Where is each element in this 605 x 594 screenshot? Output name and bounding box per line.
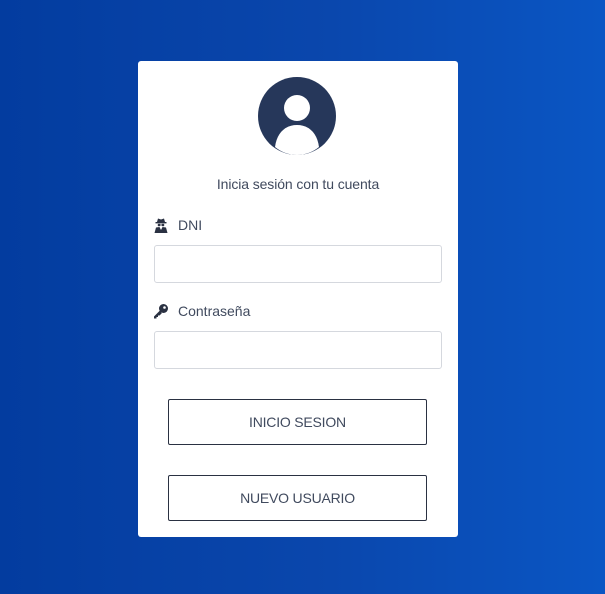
login-card: Inicia sesión con tu cuenta DNI Contrase… bbox=[138, 61, 458, 537]
new-user-button[interactable]: NUEVO USUARIO bbox=[168, 475, 427, 521]
user-avatar-icon bbox=[258, 77, 336, 155]
dni-label-row: DNI bbox=[153, 215, 202, 235]
user-secret-icon bbox=[153, 217, 169, 233]
password-input[interactable] bbox=[154, 331, 442, 369]
login-subtitle: Inicia sesión con tu cuenta bbox=[216, 176, 380, 192]
login-button[interactable]: INICIO SESION bbox=[168, 399, 427, 445]
password-label: Contraseña bbox=[178, 303, 251, 319]
dni-label: DNI bbox=[178, 217, 203, 233]
key-icon bbox=[153, 303, 169, 319]
dni-input[interactable] bbox=[154, 245, 442, 283]
password-label-row: Contraseña bbox=[153, 301, 250, 321]
